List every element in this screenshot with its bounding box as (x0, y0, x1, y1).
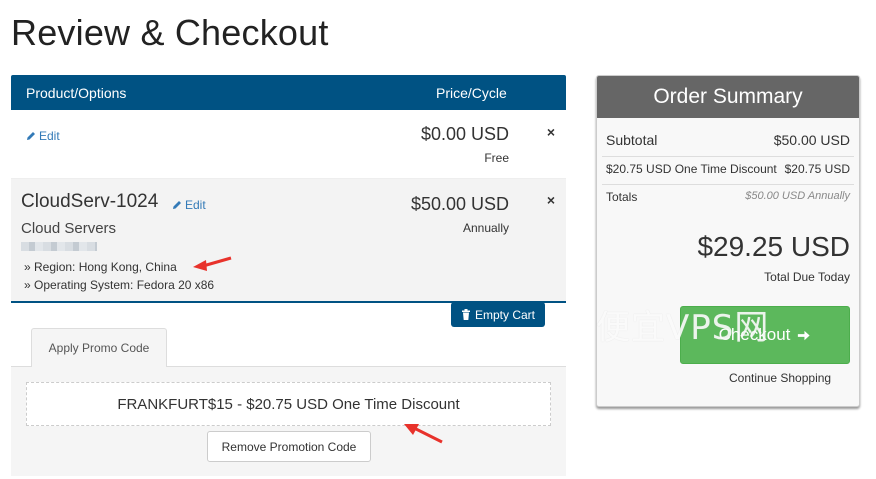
remove-promotion-code-button[interactable]: Remove Promotion Code (207, 431, 371, 462)
item-cycle: Annually (462, 221, 509, 235)
empty-cart-label: Empty Cart (474, 307, 535, 322)
edit-link[interactable]: Edit (172, 198, 206, 212)
totals-row: Totals $50.00 USD Annually (606, 190, 850, 204)
item-cycle: Free (484, 151, 509, 165)
product-group: Cloud Servers (21, 220, 117, 237)
cart-table: Product/Options Price/Cycle Edit $0.00 U… (11, 75, 566, 303)
order-summary-panel: Order Summary Subtotal $50.00 USD $20.75… (596, 75, 860, 407)
trash-icon (461, 309, 470, 320)
remove-item-button[interactable]: × (547, 124, 555, 140)
subtotal-value: $50.00 USD (773, 132, 850, 148)
totals-label: Totals (606, 190, 638, 204)
product-options-header: Product/Options (26, 85, 127, 101)
continue-shopping-link[interactable]: Continue Shopping (729, 371, 831, 385)
edit-label: Edit (185, 198, 206, 212)
discount-value: $20.75 USD (784, 162, 850, 176)
subtotal-label: Subtotal (606, 132, 658, 148)
total-due-label: Total Due Today (764, 270, 850, 284)
cart-header: Product/Options Price/Cycle (11, 75, 566, 110)
empty-cart-button[interactable]: Empty Cart (451, 302, 545, 327)
cart-item-row: CloudServ-1024 Edit Cloud Servers » Regi… (11, 179, 566, 303)
totals-value: $50.00 USD Annually (745, 190, 850, 202)
edit-link[interactable]: Edit (26, 129, 60, 143)
edit-label: Edit (39, 129, 60, 143)
price-cycle-header: Price/Cycle (436, 85, 507, 101)
divider (602, 156, 854, 157)
red-arrow-annotation-icon (404, 424, 443, 444)
pencil-icon (173, 201, 181, 209)
redacted-hostname (21, 242, 97, 251)
option-region: » Region: Hong Kong, China (24, 260, 177, 274)
order-summary-title: Order Summary (597, 76, 859, 118)
checkout-label: Checkout (718, 325, 791, 344)
arrow-right-icon (798, 330, 810, 340)
red-arrow-annotation-icon (193, 256, 232, 271)
product-name: CloudServ-1024 (21, 191, 159, 212)
remove-item-button[interactable]: × (547, 192, 555, 208)
cart-item-row: Edit $0.00 USD Free × (11, 110, 566, 179)
applied-promo-code: FRANKFURT$15 - $20.75 USD One Time Disco… (26, 382, 551, 426)
total-due-amount: $29.25 USD (697, 231, 850, 262)
page-title: Review & Checkout (11, 12, 329, 53)
item-price: $0.00 USD (420, 124, 509, 144)
pencil-icon (27, 132, 35, 140)
option-os: » Operating System: Fedora 20 x86 (24, 278, 215, 292)
tab-apply-promo-code[interactable]: Apply Promo Code (31, 328, 167, 367)
discount-label: $20.75 USD One Time Discount (606, 162, 777, 176)
subtotal-row: Subtotal $50.00 USD (606, 132, 850, 148)
discount-row: $20.75 USD One Time Discount $20.75 USD (606, 162, 850, 176)
checkout-button[interactable]: Checkout (680, 306, 850, 364)
divider (602, 184, 854, 185)
item-price: $50.00 USD (410, 194, 509, 214)
